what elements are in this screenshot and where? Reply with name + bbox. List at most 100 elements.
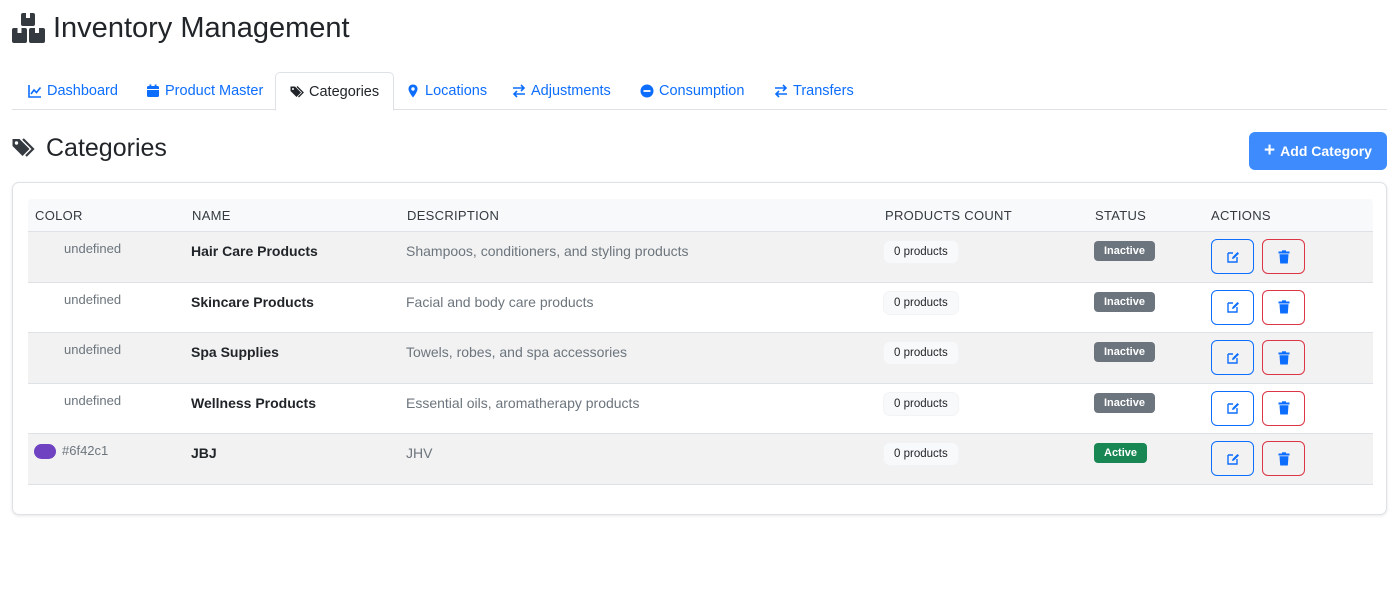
products-count-badge: 0 products (884, 291, 958, 314)
tab-adjustments[interactable]: Adjustments (498, 72, 625, 110)
status-cell: Inactive (1094, 333, 1155, 383)
color-value: undefined (64, 392, 122, 408)
table-body: undefined Hair Care Products Shampoos, con… (28, 232, 1373, 485)
edit-button[interactable] (1211, 441, 1254, 477)
tab-categories[interactable]: Categories (275, 72, 395, 111)
tags-icon (290, 85, 304, 97)
add-category-label: Add Category (1280, 143, 1372, 159)
products-count-badge: 0 products (884, 392, 958, 415)
category-name: JBJ (191, 445, 217, 462)
products-count-badge: 0 products (884, 241, 958, 263)
tab-transfers[interactable]: Transfers (760, 72, 868, 110)
minus-circle-icon (640, 84, 654, 98)
status-cell: Active (1094, 434, 1148, 484)
products-count-cell: 0 products (884, 384, 958, 434)
tab-label: Locations (425, 83, 488, 99)
column-header-name: NAME (192, 208, 231, 223)
app-title: Inventory Management (53, 11, 350, 44)
trash-icon (1278, 350, 1289, 365)
column-header-color: COLOR (35, 208, 83, 223)
status-cell: Inactive (1094, 232, 1155, 282)
table-row: undefined Hair Care Products Shampoos, con… (28, 232, 1373, 283)
edit-button[interactable] (1211, 289, 1254, 325)
color-value: undefined (64, 291, 122, 307)
category-description: JHV (406, 445, 433, 462)
color-cell: undefined (28, 283, 188, 333)
page-title: Categories (46, 133, 167, 162)
tab-label: Transfers (793, 83, 854, 99)
products-count-badge: 0 products (884, 443, 958, 466)
trash-icon (1278, 300, 1289, 314)
trash-icon (1278, 452, 1289, 466)
tags-icon (12, 138, 35, 157)
trash-icon (1278, 249, 1289, 263)
products-count-cell: 0 products (884, 434, 958, 484)
color-value: undefined (64, 241, 122, 256)
category-description: Shampoos, conditioners, and styling prod… (406, 243, 689, 259)
edit-button[interactable] (1211, 340, 1254, 376)
category-name: Hair Care Products (191, 243, 318, 259)
boxes-icon (12, 13, 45, 43)
categories-table: COLOR NAME DESCRIPTION PRODUCTS COUNT ST… (28, 199, 1373, 485)
table-row: #6f42c1 JBJ JHV 0 products Active (28, 434, 1373, 485)
table-row: undefined Wellness Products Essential oils… (28, 384, 1373, 435)
tab-consumption[interactable]: Consumption (626, 72, 758, 110)
delete-button[interactable] (1262, 441, 1305, 477)
edit-icon (1226, 251, 1239, 263)
column-header-status: STATUS (1095, 208, 1147, 223)
table-row: undefined Spa Supplies Towels, robes, and … (28, 333, 1373, 384)
status-badge: Inactive (1094, 241, 1155, 261)
status-badge: Active (1094, 443, 1148, 464)
delete-button[interactable] (1262, 390, 1305, 426)
exchange-icon (512, 84, 526, 98)
chart-line-icon (28, 85, 42, 98)
products-count-cell: 0 products (884, 333, 958, 383)
table-header: COLOR NAME DESCRIPTION PRODUCTS COUNT ST… (28, 199, 1373, 232)
edit-icon (1226, 352, 1239, 364)
categories-card: COLOR NAME DESCRIPTION PRODUCTS COUNT ST… (12, 182, 1387, 515)
color-value: undefined (64, 342, 122, 358)
nav-tabs: Dashboard Product Master Categories Loca… (12, 72, 1387, 111)
color-cell: undefined (28, 232, 188, 282)
category-description: Facial and body care products (406, 293, 594, 310)
edit-button[interactable] (1211, 239, 1254, 274)
actions-cell (1211, 232, 1305, 282)
actions-cell (1211, 434, 1305, 484)
actions-cell (1211, 333, 1305, 383)
color-cell: undefined (28, 384, 188, 434)
products-count-cell: 0 products (884, 232, 958, 282)
edit-button[interactable] (1211, 390, 1254, 426)
edit-icon (1226, 453, 1239, 465)
category-name: Spa Supplies (191, 344, 279, 361)
category-name: Wellness Products (191, 394, 317, 411)
column-header-products-count: PRODUCTS COUNT (885, 208, 1012, 223)
edit-icon (1226, 403, 1239, 414)
category-name: Skincare Products (191, 293, 314, 310)
products-count-badge: 0 products (884, 342, 958, 365)
trash-icon (1278, 401, 1289, 415)
products-count-cell: 0 products (884, 283, 958, 333)
plus-icon: + (1264, 139, 1276, 161)
tab-label: Adjustments (531, 83, 611, 99)
tab-label: Categories (309, 83, 380, 100)
actions-cell (1211, 384, 1305, 434)
tab-label: Dashboard (47, 83, 118, 99)
calendar-icon (147, 84, 159, 97)
color-cell: undefined (28, 333, 188, 383)
exchange-icon (774, 84, 788, 98)
category-description: Towels, robes, and spa accessories (406, 344, 627, 361)
map-pin-icon (408, 84, 418, 98)
tab-product-master[interactable]: Product Master (132, 72, 277, 110)
tab-locations[interactable]: Locations (392, 72, 501, 110)
delete-button[interactable] (1262, 239, 1305, 274)
status-cell: Inactive (1094, 384, 1155, 434)
add-category-button[interactable]: + Add Category (1249, 132, 1387, 170)
status-badge: Inactive (1094, 291, 1155, 312)
tab-label: Product Master (165, 83, 264, 99)
delete-button[interactable] (1262, 340, 1305, 376)
status-cell: Inactive (1094, 283, 1155, 333)
delete-button[interactable] (1262, 289, 1305, 325)
edit-icon (1226, 302, 1239, 313)
tab-dashboard[interactable]: Dashboard (14, 72, 132, 110)
column-header-actions: ACTIONS (1211, 208, 1271, 223)
